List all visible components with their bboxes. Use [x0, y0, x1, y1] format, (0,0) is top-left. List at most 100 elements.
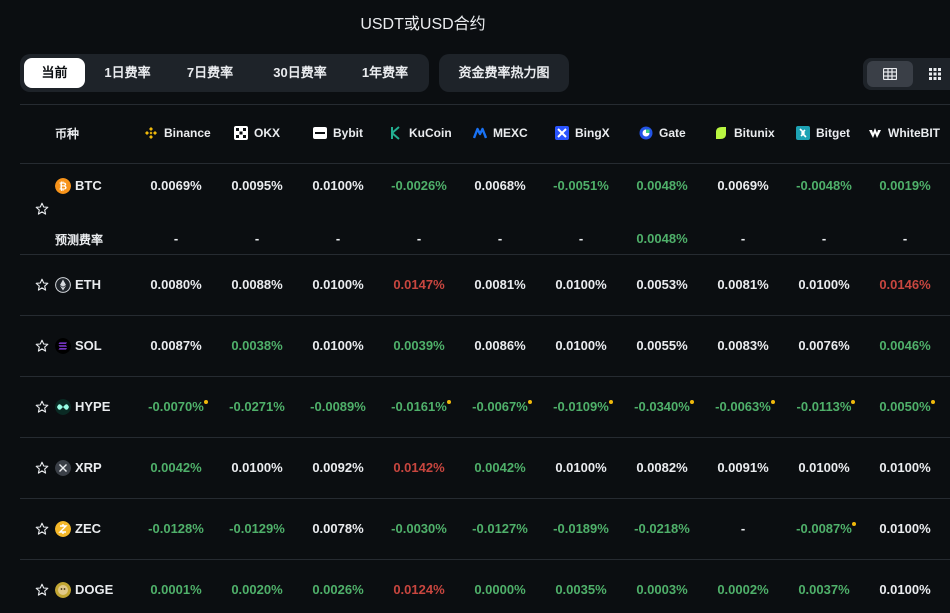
coin-name-btc[interactable]: BTC	[75, 178, 102, 194]
funding-rate-cell[interactable]: 0.0042%	[131, 460, 221, 476]
funding-rate-cell[interactable]: 0.0069%	[131, 178, 221, 194]
funding-rate-cell[interactable]: -0.0067%	[455, 399, 545, 415]
funding-rate-cell[interactable]: 0.0088%	[212, 277, 302, 293]
tab-1-day[interactable]: 1日费率	[90, 58, 165, 88]
funding-rate-cell[interactable]: 0.0078%	[293, 521, 383, 537]
funding-rate-cell[interactable]: -	[536, 231, 626, 247]
funding-rate-cell[interactable]: -0.0089%	[293, 399, 383, 415]
favorite-star-icon[interactable]	[35, 583, 49, 597]
funding-rate-cell[interactable]: 0.0001%	[131, 582, 221, 598]
funding-rate-cell[interactable]: -0.0026%	[374, 178, 464, 194]
funding-rate-cell[interactable]: 0.0003%	[617, 582, 707, 598]
funding-rate-cell[interactable]: 0.0042%	[455, 460, 545, 476]
coin-name-zec[interactable]: ZEC	[75, 521, 101, 537]
funding-rate-cell[interactable]: 0.0037%	[779, 582, 869, 598]
funding-rate-cell[interactable]: -0.0070%	[131, 399, 221, 415]
funding-rate-cell[interactable]: 0.0080%	[131, 277, 221, 293]
table-view-button[interactable]	[867, 61, 913, 87]
funding-rate-cell[interactable]: -0.0128%	[131, 521, 221, 537]
coin-name-hype[interactable]: HYPE	[75, 399, 110, 415]
funding-rate-cell[interactable]: 0.0026%	[293, 582, 383, 598]
column-header-whitebit[interactable]: WhiteBIT	[868, 124, 940, 142]
funding-rate-cell[interactable]: 0.0100%	[536, 460, 626, 476]
funding-rate-cell[interactable]: -	[779, 231, 869, 247]
funding-rate-cell[interactable]: 0.0100%	[212, 460, 302, 476]
coin-name-xrp[interactable]: XRP	[75, 460, 102, 476]
tab-30-day[interactable]: 30日费率	[256, 58, 344, 88]
funding-rate-cell[interactable]: -0.0051%	[536, 178, 626, 194]
funding-rate-cell[interactable]: 0.0142%	[374, 460, 464, 476]
funding-rate-cell[interactable]: -0.0109%	[536, 399, 626, 415]
column-header-gate[interactable]: Gate	[639, 124, 686, 142]
column-header-okx[interactable]: OKX	[234, 124, 280, 142]
funding-rate-cell[interactable]: -0.0189%	[536, 521, 626, 537]
funding-rate-cell[interactable]: 0.0020%	[212, 582, 302, 598]
grid-view-button[interactable]	[921, 61, 949, 87]
funding-rate-cell[interactable]: 0.0100%	[779, 460, 869, 476]
funding-rate-cell[interactable]: 0.0100%	[860, 521, 950, 537]
funding-rate-cell[interactable]: 0.0019%	[860, 178, 950, 194]
funding-rate-cell[interactable]: -	[212, 231, 302, 247]
funding-rate-cell[interactable]: 0.0068%	[455, 178, 545, 194]
funding-rate-cell[interactable]: 0.0000%	[455, 582, 545, 598]
favorite-star-icon[interactable]	[35, 278, 49, 292]
funding-rate-cell[interactable]: -0.0271%	[212, 399, 302, 415]
column-header-kucoin[interactable]: KuCoin	[389, 124, 452, 142]
funding-rate-cell[interactable]: -0.0113%	[779, 399, 869, 415]
funding-rate-cell[interactable]: 0.0091%	[698, 460, 788, 476]
funding-rate-cell[interactable]: 0.0055%	[617, 338, 707, 354]
funding-rate-cell[interactable]: 0.0083%	[698, 338, 788, 354]
funding-rate-cell[interactable]: 0.0086%	[455, 338, 545, 354]
tab-1-year[interactable]: 1年费率	[348, 58, 422, 88]
funding-rate-cell[interactable]: 0.0100%	[779, 277, 869, 293]
funding-rate-cell[interactable]: 0.0081%	[698, 277, 788, 293]
funding-rate-cell[interactable]: 0.0147%	[374, 277, 464, 293]
favorite-star-icon[interactable]	[35, 339, 49, 353]
funding-rate-cell[interactable]: 0.0146%	[860, 277, 950, 293]
column-header-bitunix[interactable]: Bitunix	[714, 124, 775, 142]
column-header-bingx[interactable]: BingX	[555, 124, 610, 142]
funding-rate-cell[interactable]: 0.0081%	[455, 277, 545, 293]
funding-rate-cell[interactable]: 0.0038%	[212, 338, 302, 354]
funding-rate-cell[interactable]: 0.0095%	[212, 178, 302, 194]
funding-rate-cell[interactable]: 0.0100%	[860, 460, 950, 476]
funding-rate-cell[interactable]: 0.0087%	[131, 338, 221, 354]
favorite-star-icon[interactable]	[35, 522, 49, 536]
funding-rate-cell[interactable]: 0.0082%	[617, 460, 707, 476]
funding-rate-cell[interactable]: -0.0161%	[374, 399, 464, 415]
funding-rate-cell[interactable]: 0.0100%	[536, 277, 626, 293]
funding-rate-cell[interactable]: -0.0129%	[212, 521, 302, 537]
funding-rate-cell[interactable]: -	[455, 231, 545, 247]
column-header-bybit[interactable]: Bybit	[313, 124, 363, 142]
funding-rate-cell[interactable]: 0.0100%	[536, 338, 626, 354]
funding-rate-cell[interactable]: 0.0002%	[698, 582, 788, 598]
coin-name-sol[interactable]: SOL	[75, 338, 102, 354]
funding-rate-cell[interactable]: -0.0087%	[779, 521, 869, 537]
funding-rate-cell[interactable]: -	[698, 231, 788, 247]
funding-rate-cell[interactable]: -	[131, 231, 221, 247]
favorite-star-icon[interactable]	[35, 461, 49, 475]
funding-rate-cell[interactable]: -	[860, 231, 950, 247]
funding-rate-cell[interactable]: 0.0035%	[536, 582, 626, 598]
funding-rate-cell[interactable]: -0.0127%	[455, 521, 545, 537]
funding-rate-cell[interactable]: 0.0053%	[617, 277, 707, 293]
funding-rate-cell[interactable]: 0.0069%	[698, 178, 788, 194]
coin-name-doge[interactable]: DOGE	[75, 582, 113, 598]
funding-rate-cell[interactable]: -	[293, 231, 383, 247]
funding-rate-cell[interactable]: -0.0030%	[374, 521, 464, 537]
funding-rate-cell[interactable]: -	[698, 521, 788, 537]
funding-rate-cell[interactable]: -	[374, 231, 464, 247]
funding-rate-cell[interactable]: -0.0063%	[698, 399, 788, 415]
column-header-binance[interactable]: Binance	[144, 124, 211, 142]
funding-rate-cell[interactable]: 0.0100%	[860, 582, 950, 598]
tab-current[interactable]: 当前	[24, 58, 85, 88]
funding-rate-cell[interactable]: 0.0092%	[293, 460, 383, 476]
funding-rate-cell[interactable]: 0.0076%	[779, 338, 869, 354]
heatmap-button[interactable]: 资金费率热力图	[439, 54, 569, 92]
funding-rate-cell[interactable]: -0.0340%	[617, 399, 707, 415]
funding-rate-cell[interactable]: 0.0050%	[860, 399, 950, 415]
funding-rate-cell[interactable]: 0.0039%	[374, 338, 464, 354]
funding-rate-cell[interactable]: 0.0100%	[293, 338, 383, 354]
funding-rate-cell[interactable]: 0.0100%	[293, 277, 383, 293]
favorite-star-icon[interactable]	[35, 202, 49, 216]
